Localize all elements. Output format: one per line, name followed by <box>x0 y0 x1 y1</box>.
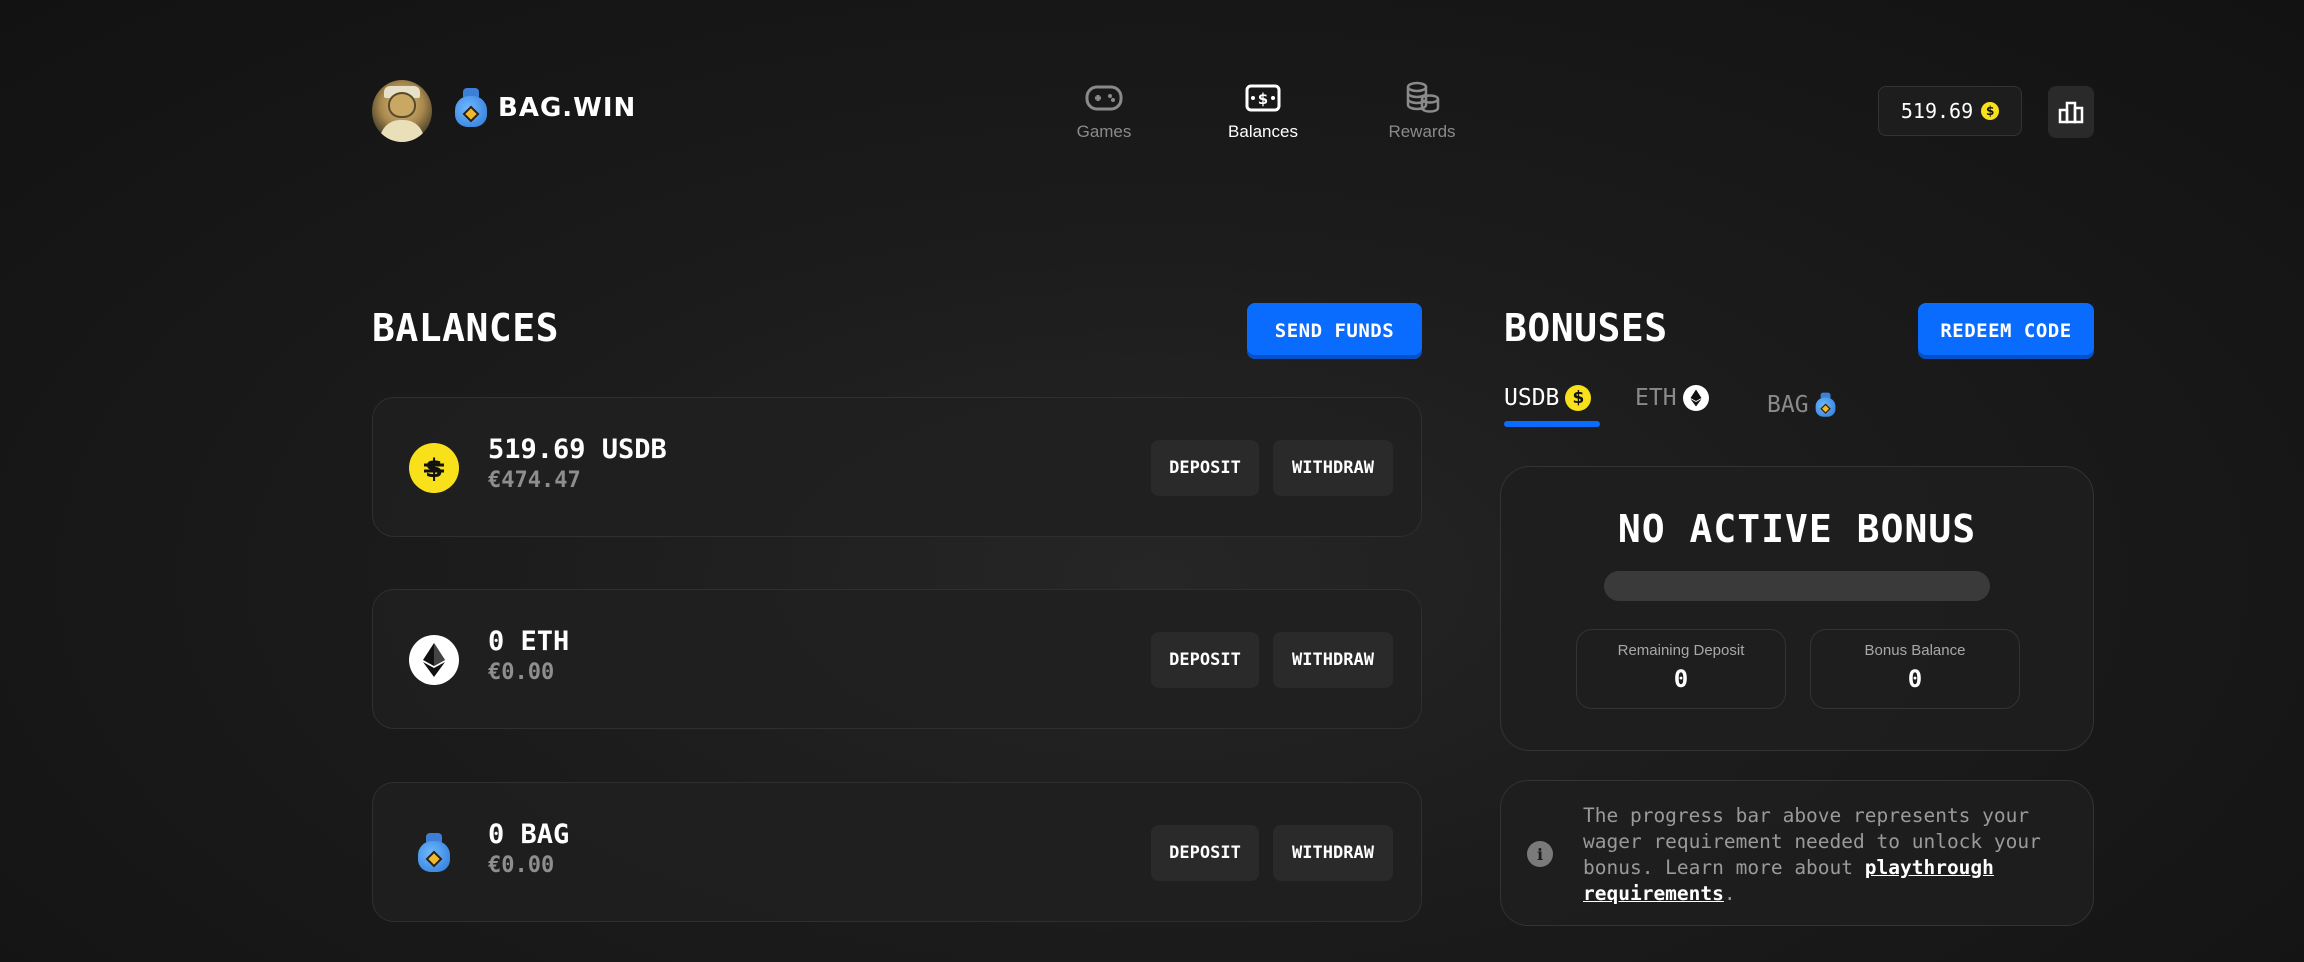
nav-rewards-label: Rewards <box>1388 122 1456 141</box>
money-bag-icon <box>409 828 459 878</box>
money-bag-icon <box>454 88 488 128</box>
balance-amount: 0 BAG <box>488 819 570 850</box>
bonus-balance-box: Bonus Balance 0 <box>1810 629 2020 709</box>
balance-fiat: €474.47 <box>488 468 581 493</box>
bonus-status-card: NO ACTIVE BONUS Remaining Deposit 0 Bonu… <box>1500 466 2094 751</box>
withdraw-button-eth[interactable]: WITHDRAW <box>1273 632 1393 688</box>
info-icon: i <box>1527 841 1553 867</box>
tab-usdb-label: USDB <box>1504 385 1560 411</box>
active-tab-indicator <box>1504 421 1600 427</box>
usdb-coin-icon: $ <box>1565 385 1592 411</box>
brand-name: BAG.WIN <box>498 93 637 123</box>
deposit-button-usdb[interactable]: DEPOSIT <box>1151 440 1259 496</box>
balance-fiat: €0.00 <box>488 853 555 878</box>
bonus-balance-label: Bonus Balance <box>1864 642 1966 659</box>
leaderboard-button[interactable] <box>2048 86 2094 138</box>
wallet-balance-value: 519.69 <box>1900 99 1974 123</box>
svg-text:$: $ <box>425 454 443 484</box>
bonus-status-title: NO ACTIVE BONUS <box>1617 507 1977 551</box>
gamepad-icon <box>1049 80 1159 116</box>
bonus-info-card: i The progress bar above represents your… <box>1500 780 2094 926</box>
nav-games-label: Games <box>1076 122 1132 141</box>
balance-card-eth: 0 ETH €0.00 DEPOSIT WITHDRAW <box>372 589 1422 729</box>
tab-eth[interactable]: ETH <box>1635 385 1709 411</box>
leaderboard-icon <box>2058 101 2084 124</box>
tab-bag[interactable]: BAG <box>1767 385 1837 425</box>
tab-bag-label: BAG <box>1767 392 1809 418</box>
money-icon: $ <box>1208 80 1318 116</box>
balance-card-bag: 0 BAG €0.00 DEPOSIT WITHDRAW <box>372 782 1422 922</box>
nav-balances-label: Balances <box>1228 122 1298 141</box>
withdraw-button-bag[interactable]: WITHDRAW <box>1273 825 1393 881</box>
coins-icon <box>1367 80 1477 116</box>
brand-logo[interactable]: BAG.WIN <box>454 88 636 128</box>
bonus-balance-value: 0 <box>1907 665 1923 693</box>
bonuses-title: BONUSES <box>1504 306 1668 350</box>
tab-usdb[interactable]: USDB $ <box>1504 385 1592 411</box>
balance-fiat: €0.00 <box>488 660 555 685</box>
balance-amount: 0 ETH <box>488 626 570 657</box>
balances-title: BALANCES <box>372 306 560 350</box>
info-text-end: . <box>1723 882 1736 905</box>
usdb-coin-icon: $ <box>409 443 459 493</box>
deposit-button-bag[interactable]: DEPOSIT <box>1151 825 1259 881</box>
nav-balances[interactable]: $ Balances <box>1208 80 1318 142</box>
svg-text:$: $ <box>1258 90 1268 108</box>
eth-coin-icon <box>1682 385 1709 411</box>
bonus-info-text: The progress bar above represents your w… <box>1583 803 2073 907</box>
usdb-coin-icon: $ <box>1981 102 2000 120</box>
remaining-deposit-value: 0 <box>1673 665 1689 693</box>
balance-amount: 519.69 USDB <box>488 434 667 465</box>
eth-coin-icon <box>409 635 459 685</box>
redeem-code-button[interactable]: REDEEM CODE <box>1918 303 2094 359</box>
withdraw-button-usdb[interactable]: WITHDRAW <box>1273 440 1393 496</box>
nav-games[interactable]: Games <box>1049 80 1159 142</box>
remaining-deposit-box: Remaining Deposit 0 <box>1576 629 1786 709</box>
wallet-balance-chip[interactable]: 519.69 $ <box>1878 86 2022 136</box>
deposit-button-eth[interactable]: DEPOSIT <box>1151 632 1259 688</box>
nav-rewards[interactable]: Rewards <box>1367 80 1477 142</box>
money-bag-icon <box>1815 392 1836 418</box>
top-header: BAG.WIN Games $ Balances Rewards 519.69 … <box>372 80 2094 144</box>
balance-card-usdb: $ 519.69 USDB €474.47 DEPOSIT WITHDRAW <box>372 397 1422 537</box>
avatar[interactable] <box>372 80 432 142</box>
bonus-progress-bar <box>1604 571 1990 601</box>
remaining-deposit-label: Remaining Deposit <box>1617 642 1745 659</box>
tab-eth-label: ETH <box>1635 385 1677 411</box>
send-funds-button[interactable]: SEND FUNDS <box>1247 303 1422 359</box>
